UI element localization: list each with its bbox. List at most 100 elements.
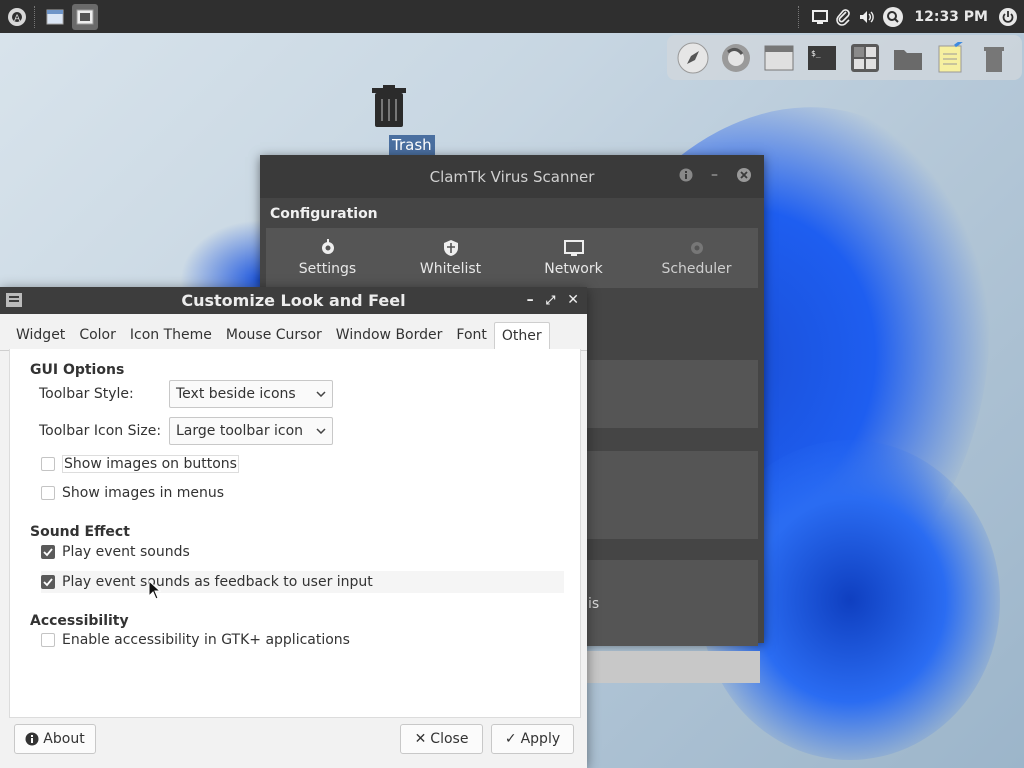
customize-titlebar[interactable]: Customize Look and Feel – ⤢ ✕ <box>0 287 587 314</box>
scheduler-item[interactable]: Scheduler <box>635 228 758 288</box>
taskbar-clamtk[interactable] <box>42 4 68 30</box>
close-icon[interactable] <box>736 167 752 183</box>
gear-icon <box>690 242 703 254</box>
terminal-icon: $_ <box>808 45 836 70</box>
whitelist-label: Whitelist <box>419 261 482 277</box>
window-menu-icon[interactable] <box>6 293 22 307</box>
play-feedback-sounds-checkbox[interactable]: Play event sounds as feedback to user in… <box>41 571 564 593</box>
customize-title: Customize Look and Feel <box>181 291 406 310</box>
network-icon <box>563 240 584 256</box>
dock-calculator[interactable] <box>847 40 883 76</box>
configuration-heading: Configuration <box>270 206 378 222</box>
display-icon[interactable] <box>812 9 829 25</box>
about-label: About <box>43 731 85 747</box>
power-icon[interactable] <box>998 7 1018 27</box>
close-label: Close <box>430 731 469 747</box>
tab-mouse-cursor[interactable]: Mouse Cursor <box>219 322 329 350</box>
maximize-icon[interactable]: ⤢ <box>546 293 556 308</box>
chevron-down-icon <box>316 391 326 397</box>
show-images-buttons-checkbox[interactable]: Show images on buttons <box>41 455 239 473</box>
dock-firefox[interactable] <box>718 40 754 76</box>
desktop-trash[interactable]: Trash <box>364 85 435 155</box>
logo-icon: A <box>8 7 26 26</box>
taskbar-customize[interactable] <box>72 3 98 30</box>
enable-accessibility-label: Enable accessibility in GTK+ application… <box>62 632 350 648</box>
clamtk-title: ClamTk Virus Scanner <box>429 167 595 186</box>
info-icon[interactable] <box>679 168 693 182</box>
apply-button[interactable]: ✓ Apply <box>491 724 574 754</box>
enable-accessibility-checkbox[interactable]: Enable accessibility in GTK+ application… <box>41 632 350 648</box>
checkbox-box-checked[interactable] <box>41 575 55 589</box>
trash-icon <box>372 85 406 127</box>
calculator-icon <box>851 43 879 72</box>
tab-icon-theme[interactable]: Icon Theme <box>123 322 219 350</box>
minimize-icon[interactable]: – <box>527 292 534 308</box>
settings-label: Settings <box>298 261 357 277</box>
configuration-row: Settings Whitelist Network Scheduler <box>266 228 758 288</box>
tab-font[interactable]: Font <box>449 322 493 350</box>
rocket-icon <box>677 42 709 73</box>
svg-text:A: A <box>14 14 21 24</box>
shield-icon <box>443 240 458 256</box>
desktop-trash-label: Trash <box>389 135 435 155</box>
volume-icon[interactable] <box>858 8 876 26</box>
play-feedback-sounds-label: Play event sounds as feedback to user in… <box>62 574 373 590</box>
notepad-icon <box>938 41 963 72</box>
customize-window: Customize Look and Feel – ⤢ ✕ Widget Col… <box>0 287 587 768</box>
window-icon <box>76 9 94 24</box>
network-label: Network <box>544 261 603 277</box>
dock-terminal[interactable]: $_ <box>804 40 840 76</box>
checkbox-box[interactable] <box>41 633 55 647</box>
accessibility-heading: Accessibility <box>30 613 129 629</box>
checkbox-box-checked[interactable] <box>41 545 55 559</box>
window-manager-icon <box>764 45 794 70</box>
clamtk-partial-text: is <box>588 596 600 612</box>
tab-color[interactable]: Color <box>72 322 123 350</box>
play-event-sounds-label: Play event sounds <box>62 544 190 560</box>
minimize-icon[interactable]: – <box>711 167 718 183</box>
dock-files[interactable] <box>890 40 926 76</box>
mouse-pointer-icon <box>148 580 162 600</box>
clock[interactable]: 12:33 PM <box>914 9 988 25</box>
dock-editor[interactable] <box>933 40 969 76</box>
search-icon[interactable] <box>882 6 904 28</box>
apply-label: Apply <box>520 731 561 747</box>
app-menu-button[interactable]: A <box>4 4 30 30</box>
dock-launcher[interactable] <box>675 40 711 76</box>
tab-widget[interactable]: Widget <box>9 322 72 350</box>
show-images-menus-label: Show images in menus <box>62 485 225 501</box>
sound-effect-heading: Sound Effect <box>30 524 130 540</box>
network-item[interactable]: Network <box>512 228 635 288</box>
check-icon <box>43 548 53 557</box>
dock-trash[interactable] <box>976 40 1012 76</box>
dock-window[interactable] <box>761 40 797 76</box>
trash-icon <box>984 46 1004 72</box>
about-button[interactable]: About <box>14 724 96 754</box>
wrench-icon <box>321 239 334 254</box>
toolbar-icon-size-select[interactable]: Large toolbar icon <box>169 417 333 445</box>
toolbar-style-select[interactable]: Text beside icons <box>169 380 333 408</box>
toolbar-icon-size-value: Large toolbar icon <box>176 423 304 439</box>
tab-window-border[interactable]: Window Border <box>329 322 450 350</box>
toolbar-style-value: Text beside icons <box>176 386 296 402</box>
show-images-menus-checkbox[interactable]: Show images in menus <box>41 485 224 501</box>
settings-item[interactable]: Settings <box>266 228 389 288</box>
tab-other[interactable]: Other <box>493 322 550 351</box>
whitelist-item[interactable]: Whitelist <box>389 228 512 288</box>
info-icon <box>25 732 39 746</box>
folder-icon <box>894 49 922 70</box>
check-icon: ✓ <box>504 731 517 747</box>
checkbox-box[interactable] <box>41 486 55 500</box>
tab-bar: Widget Color Icon Theme Mouse Cursor Win… <box>0 314 587 351</box>
toolbar-style-label: Toolbar Style: <box>39 386 134 402</box>
window-icon <box>46 9 64 24</box>
show-images-buttons-label: Show images on buttons <box>62 455 239 473</box>
dock: $_ <box>667 35 1022 80</box>
paperclip-icon[interactable] <box>834 8 852 26</box>
play-event-sounds-checkbox[interactable]: Play event sounds <box>41 544 190 560</box>
close-button[interactable]: ✕ Close <box>400 724 483 754</box>
checkbox-box[interactable] <box>41 457 55 471</box>
close-icon[interactable]: ✕ <box>567 292 579 308</box>
clamtk-titlebar[interactable]: ClamTk Virus Scanner – <box>260 155 764 198</box>
other-tab-panel: GUI Options Toolbar Style: Text beside i… <box>9 349 581 718</box>
